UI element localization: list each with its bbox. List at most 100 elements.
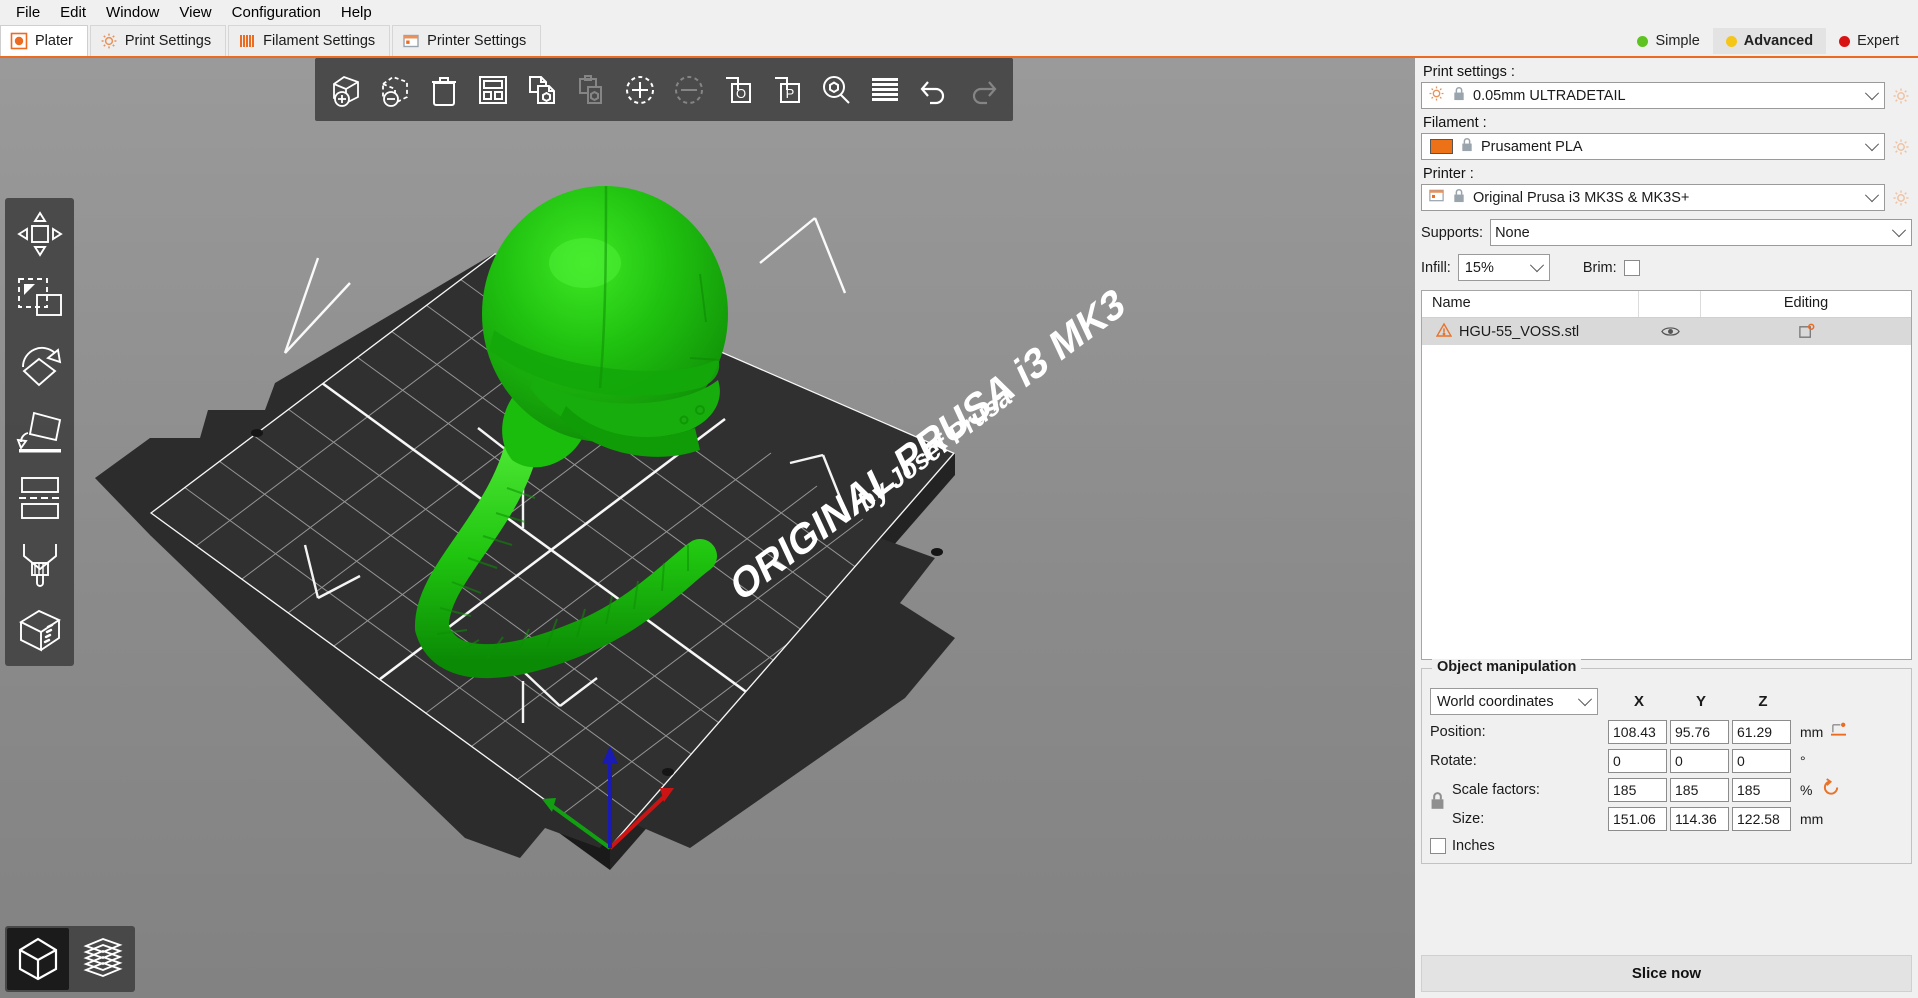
add-icon[interactable] — [322, 66, 369, 113]
mode-expert[interactable]: Expert — [1826, 28, 1912, 54]
position-row: Position: 108.43 95.76 61.29 mm — [1430, 720, 1903, 744]
object-list[interactable]: Name Editing HGU-55_VOSS.stl — [1421, 290, 1912, 660]
supports-label: Supports: — [1421, 224, 1484, 241]
chevron-down-icon[interactable] — [1860, 185, 1884, 210]
rotate-row: Rotate: 0 0 0 ° — [1430, 749, 1903, 773]
supports-combo[interactable]: None — [1490, 219, 1912, 246]
mode-expert-label: Expert — [1857, 33, 1899, 49]
place-on-face-gizmo-icon[interactable] — [8, 399, 71, 465]
object-manipulation-title: Object manipulation — [1432, 659, 1582, 675]
chevron-down-icon[interactable] — [1860, 83, 1884, 108]
mode-expert-dot — [1839, 35, 1851, 47]
print-settings-gear-icon[interactable] — [1890, 87, 1912, 105]
mode-advanced[interactable]: Advanced — [1712, 28, 1827, 54]
rotate-unit: ° — [1800, 753, 1806, 769]
editor-view-icon[interactable] — [7, 928, 69, 990]
search-icon[interactable] — [812, 66, 859, 113]
uniform-scale-lock-icon[interactable] — [1429, 791, 1446, 815]
rotate-x-input[interactable]: 0 — [1608, 749, 1667, 773]
arrange-icon[interactable] — [469, 66, 516, 113]
tab-plater[interactable]: Plater — [0, 25, 88, 58]
undo-icon[interactable] — [910, 66, 957, 113]
table-row[interactable]: HGU-55_VOSS.stl — [1422, 318, 1911, 345]
size-y-input[interactable]: 114.36 — [1670, 807, 1729, 831]
object-manipulation-panel: Object manipulation World coordinates X … — [1421, 659, 1912, 864]
menu-view[interactable]: View — [169, 2, 221, 24]
column-header-editing: Editing — [1783, 295, 1829, 311]
infill-label: Infill: — [1421, 259, 1451, 276]
drop-to-bed-icon[interactable] — [1830, 722, 1847, 742]
scale-y-input[interactable]: 185 — [1670, 778, 1729, 802]
mode-simple[interactable]: Simple — [1624, 28, 1713, 54]
coordinate-system-combo[interactable]: World coordinates — [1430, 688, 1598, 715]
chevron-down-icon[interactable] — [1573, 689, 1597, 714]
rotate-y-input[interactable]: 0 — [1670, 749, 1729, 773]
rotate-gizmo-icon[interactable] — [8, 333, 71, 399]
brim-label: Brim: — [1582, 259, 1617, 276]
rotate-z-input[interactable]: 0 — [1732, 749, 1791, 773]
scale-x-input[interactable]: 185 — [1608, 778, 1667, 802]
print-settings-preset-icon — [1428, 85, 1445, 106]
filament-combo[interactable]: Prusament PLA — [1421, 133, 1885, 160]
size-label: Size: — [1452, 811, 1485, 827]
chevron-down-icon[interactable] — [1525, 255, 1549, 280]
object-name-cell: HGU-55_VOSS.stl — [1422, 322, 1639, 342]
tab-filament-settings[interactable]: Filament Settings — [228, 25, 391, 56]
remove-instance-icon — [665, 66, 712, 113]
menu-file[interactable]: File — [6, 2, 50, 24]
position-x-input[interactable]: 108.43 — [1608, 720, 1667, 744]
seam-painting-gizmo-icon[interactable] — [8, 597, 71, 663]
size-row: Size: 151.06 114.36 122.58 mm — [1430, 792, 1903, 831]
printer-settings-icon — [402, 32, 420, 50]
position-y-input[interactable]: 95.76 — [1670, 720, 1729, 744]
slice-now-button[interactable]: Slice now — [1421, 955, 1912, 992]
size-z-input[interactable]: 122.58 — [1732, 807, 1791, 831]
lock-icon — [1460, 137, 1474, 156]
menu-edit[interactable]: Edit — [50, 2, 96, 24]
lock-icon — [1452, 86, 1466, 105]
print-settings-combo[interactable]: 0.05mm ULTRADETAIL — [1421, 82, 1885, 109]
menu-window[interactable]: Window — [96, 2, 169, 24]
printer-combo[interactable]: Original Prusa i3 MK3S & MK3S+ — [1421, 184, 1885, 211]
size-x-input[interactable]: 151.06 — [1608, 807, 1667, 831]
brim-checkbox[interactable] — [1623, 259, 1640, 276]
filament-value: Prusament PLA — [1481, 138, 1583, 155]
print-settings-icon — [100, 32, 118, 50]
axis-headers: X Y Z — [1608, 693, 1794, 710]
filament-gear-icon[interactable] — [1890, 138, 1912, 156]
chevron-down-icon[interactable] — [1860, 134, 1884, 159]
split-to-objects-icon[interactable]: O — [714, 66, 761, 113]
filament-label: Filament : — [1423, 115, 1487, 131]
scale-gizmo-icon[interactable] — [8, 267, 71, 333]
printer-gear-icon[interactable] — [1890, 189, 1912, 207]
3d-viewport[interactable]: ORIGINAL PRUSA i3 MK3 by Josef Prusa O P — [0, 58, 1415, 998]
tab-print-settings[interactable]: Print Settings — [89, 25, 227, 56]
paste-icon — [567, 66, 614, 113]
menu-configuration[interactable]: Configuration — [222, 2, 331, 24]
delete-icon[interactable] — [371, 66, 418, 113]
filament-color-swatch — [1430, 139, 1453, 154]
copy-icon[interactable] — [518, 66, 565, 113]
position-z-input[interactable]: 61.29 — [1732, 720, 1791, 744]
split-to-parts-icon[interactable]: P — [763, 66, 810, 113]
tab-printer-settings[interactable]: Printer Settings — [392, 25, 542, 56]
reset-rotation-icon[interactable] — [1822, 778, 1841, 802]
filament-row: Prusament PLA — [1421, 133, 1912, 160]
scale-z-input[interactable]: 185 — [1732, 778, 1791, 802]
inches-checkbox[interactable] — [1430, 838, 1446, 854]
rotate-label: Rotate: — [1430, 753, 1477, 769]
chevron-down-icon[interactable] — [1887, 220, 1911, 245]
add-instance-icon[interactable] — [616, 66, 663, 113]
infill-combo[interactable]: 15% — [1457, 254, 1550, 281]
eye-icon[interactable] — [1639, 325, 1701, 338]
variable-layer-height-icon[interactable] — [861, 66, 908, 113]
move-gizmo-icon[interactable] — [8, 201, 71, 267]
menu-help[interactable]: Help — [331, 2, 382, 24]
mode-advanced-dot — [1725, 35, 1737, 47]
paint-support-gizmo-icon[interactable] — [8, 531, 71, 597]
cut-gizmo-icon[interactable] — [8, 465, 71, 531]
delete-all-icon[interactable] — [420, 66, 467, 113]
preview-view-icon[interactable] — [71, 928, 133, 990]
mode-advanced-label: Advanced — [1743, 33, 1814, 49]
editing-icon[interactable] — [1701, 323, 1911, 340]
